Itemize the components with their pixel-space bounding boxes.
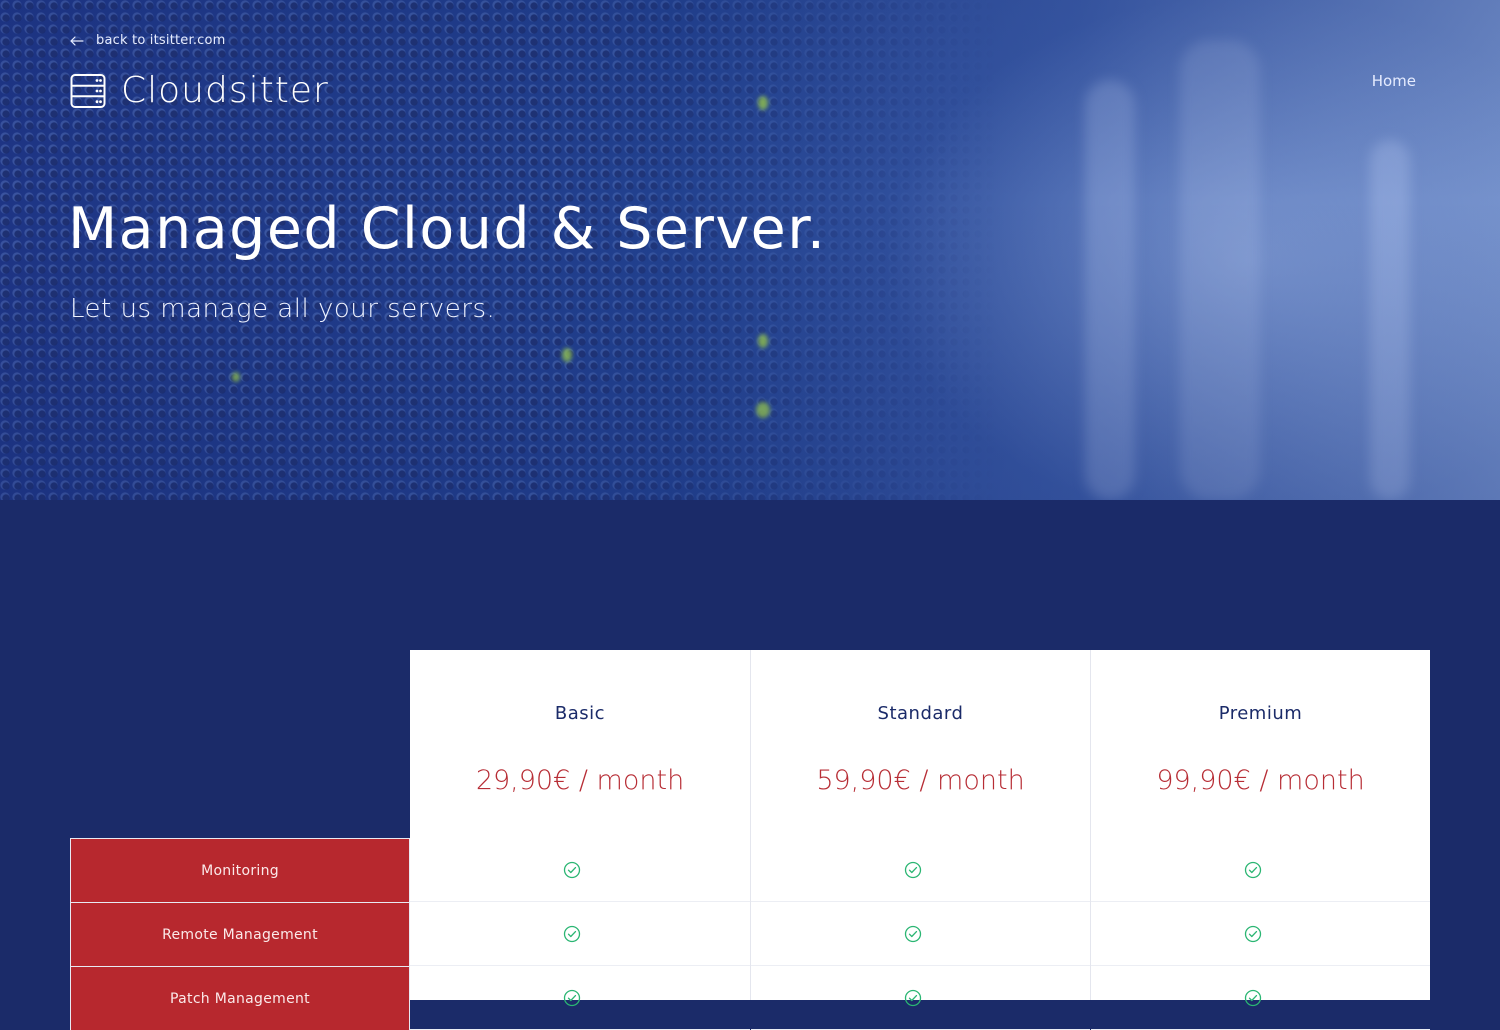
brand-logo[interactable]: Cloudsitter — [70, 70, 329, 111]
feature-cell — [1091, 966, 1430, 1030]
feature-label-patch-management: Patch Management — [70, 966, 410, 1030]
plan-price: 99,90€ / month — [1156, 765, 1365, 796]
hero-headline: Managed Cloud & Server. — [68, 196, 827, 262]
plan-name: Premium — [1218, 703, 1303, 724]
check-circle-icon — [563, 925, 581, 942]
feature-cell — [410, 966, 750, 1030]
back-link[interactable]: back to itsitter.com — [70, 33, 226, 48]
feature-cell — [410, 902, 750, 966]
feature-cell — [1091, 902, 1430, 966]
feature-cell — [410, 838, 750, 902]
brand-name: Cloudsitter — [121, 70, 329, 111]
plan-name: Standard — [877, 703, 964, 724]
check-circle-icon — [904, 861, 921, 878]
back-link-label: back to itsitter.com — [96, 33, 226, 48]
feature-cell — [751, 966, 1090, 1030]
feature-label-monitoring: Monitoring — [70, 838, 410, 902]
nav-home-link[interactable]: Home — [1372, 72, 1416, 90]
feature-label-column: Monitoring Remote Management Patch Manag… — [70, 838, 410, 1030]
check-circle-icon — [1244, 861, 1261, 878]
plan-column-basic: Basic 29,90€ / month — [410, 650, 750, 1030]
plan-price: 59,90€ / month — [816, 765, 1025, 796]
hero-banner: back to itsitter.com Cloudsitter Home Ma… — [0, 0, 1500, 500]
check-circle-icon — [1244, 989, 1261, 1006]
feature-cell — [751, 902, 1090, 966]
plan-name: Basic — [554, 703, 606, 724]
feature-cell — [751, 838, 1090, 902]
arrow-left-icon — [70, 35, 84, 46]
check-circle-icon — [1244, 925, 1261, 942]
check-circle-icon — [563, 989, 581, 1006]
hero-subheadline: Let us manage all your servers. — [70, 294, 496, 324]
pricing-table: Basic 29,90€ / month Standard 59,90€ / m… — [410, 650, 1430, 1030]
check-circle-icon — [904, 925, 921, 942]
server-icon — [70, 73, 106, 108]
check-circle-icon — [563, 861, 581, 878]
feature-label-remote-management: Remote Management — [70, 902, 410, 966]
plan-price: 29,90€ / month — [475, 765, 685, 796]
plan-column-standard: Standard 59,90€ / month — [750, 650, 1090, 1030]
feature-cell — [1091, 838, 1430, 902]
check-circle-icon — [904, 989, 921, 1006]
plan-column-premium: Premium 99,90€ / month — [1090, 650, 1430, 1030]
